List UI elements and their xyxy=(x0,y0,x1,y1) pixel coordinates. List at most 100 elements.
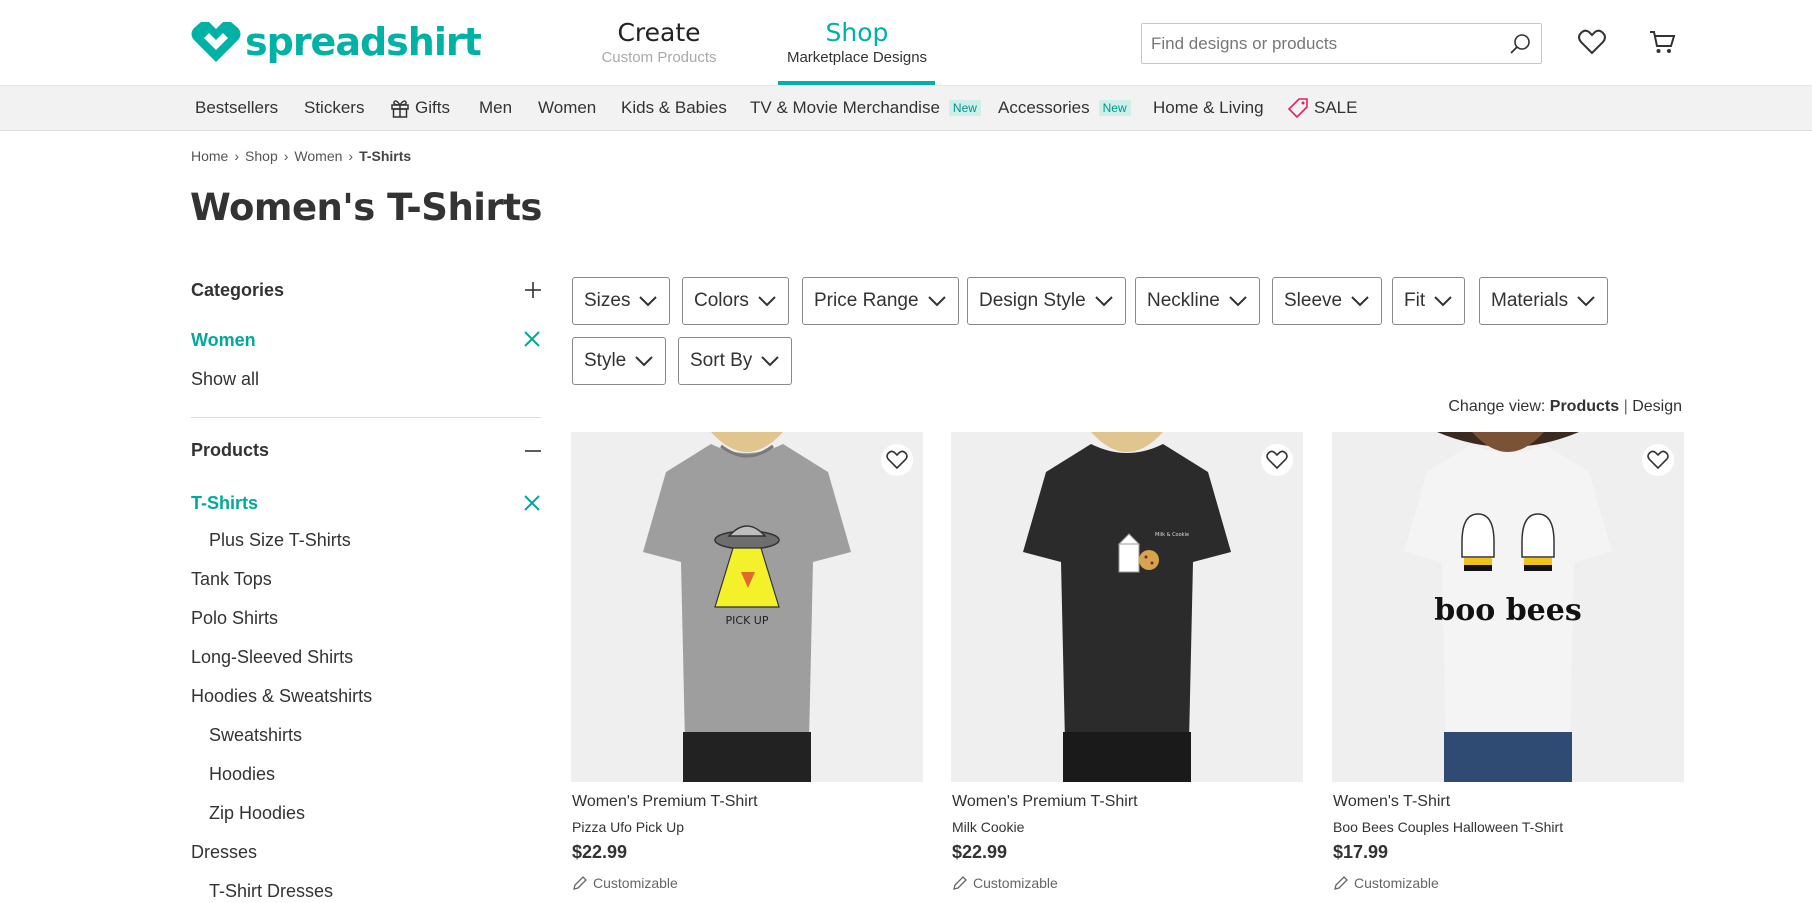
chevron-right-icon: › xyxy=(234,148,240,164)
nav-item-label: Gifts xyxy=(415,98,450,117)
filter-label: Sleeve xyxy=(1284,290,1343,311)
filter-style[interactable]: Style xyxy=(572,337,667,385)
wishlist-heart-icon[interactable] xyxy=(881,444,913,476)
nav-item-sale[interactable]: SALE xyxy=(1287,86,1357,130)
nav-item-bestsellers[interactable]: Bestsellers xyxy=(195,86,278,130)
category-nav: Bestsellers Stickers Gifts Men Women Kid… xyxy=(0,86,1812,131)
filter-neckline[interactable]: Neckline xyxy=(1135,277,1260,325)
filter-label: Colors xyxy=(694,290,749,311)
close-icon[interactable] xyxy=(523,330,541,348)
nav-item-label: Home & Living xyxy=(1153,98,1264,117)
sidebar-item-tank-tops[interactable]: Tank Tops xyxy=(191,569,272,590)
breadcrumb-shop[interactable]: Shop xyxy=(245,148,278,164)
tab-shop[interactable]: Shop Marketplace Designs xyxy=(779,18,935,86)
chevron-right-icon: › xyxy=(283,148,289,164)
sidebar-show-all[interactable]: Show all xyxy=(191,369,259,390)
filter-label: Design Style xyxy=(979,290,1086,311)
nav-item-women[interactable]: Women xyxy=(538,86,596,130)
new-badge: New xyxy=(948,100,981,116)
tab-create-subtitle: Custom Products xyxy=(601,49,717,66)
nav-item-accessories[interactable]: Accessories New xyxy=(998,86,1131,130)
breadcrumb-women[interactable]: Women xyxy=(294,148,342,164)
sidebar-item-women[interactable]: Women xyxy=(191,330,256,351)
filter-label: Sort By xyxy=(690,350,753,371)
chevron-down-icon xyxy=(761,356,780,367)
filter-design-style[interactable]: Design Style xyxy=(967,277,1126,325)
sidebar-item-polo-shirts[interactable]: Polo Shirts xyxy=(191,608,278,629)
nav-item-label: Accessories xyxy=(998,98,1090,117)
view-design-option[interactable]: Design xyxy=(1632,398,1682,415)
nav-item-men[interactable]: Men xyxy=(479,86,512,130)
filter-sizes[interactable]: Sizes xyxy=(572,277,671,325)
search-input[interactable] xyxy=(1142,24,1492,63)
breadcrumb: Home › Shop › Women › T-Shirts xyxy=(191,148,411,164)
filter-materials[interactable]: Materials xyxy=(1479,277,1609,325)
view-separator: | xyxy=(1623,398,1628,415)
product-name[interactable]: Pizza Ufo Pick Up xyxy=(572,819,684,835)
categories-heading: Categories xyxy=(191,280,285,300)
nav-item-home-living[interactable]: Home & Living xyxy=(1153,86,1264,130)
sidebar-item-sweatshirts[interactable]: Sweatshirts xyxy=(209,725,302,746)
product-type[interactable]: Women's Premium T-Shirt xyxy=(572,793,758,811)
cart-icon[interactable] xyxy=(1648,29,1676,60)
nav-item-gifts[interactable]: Gifts xyxy=(390,86,450,130)
sidebar-item-hoodies-sweatshirts[interactable]: Hoodies & Sweatshirts xyxy=(191,686,372,707)
customizable-label: Customizable xyxy=(572,875,678,891)
nav-item-tv-movie[interactable]: TV & Movie Merchandise New xyxy=(750,86,981,130)
search-icon[interactable] xyxy=(1509,33,1531,60)
chevron-down-icon xyxy=(758,296,776,307)
product-name[interactable]: Milk Cookie xyxy=(952,819,1024,835)
chevron-right-icon: › xyxy=(348,148,354,164)
expand-plus-icon[interactable] xyxy=(524,281,542,299)
product-image[interactable]: boo bees xyxy=(1332,432,1684,782)
product-type[interactable]: Women's Premium T-Shirt xyxy=(952,793,1138,811)
nav-item-label: Bestsellers xyxy=(195,98,279,117)
tab-create[interactable]: Create Custom Products xyxy=(600,18,718,68)
filter-price-range[interactable]: Price Range xyxy=(802,277,959,325)
product-image[interactable]: PICK UP xyxy=(571,432,923,782)
close-icon[interactable] xyxy=(523,494,541,512)
product-image[interactable]: Milk & Cookie xyxy=(951,432,1303,782)
nav-item-label: Kids & Babies xyxy=(621,98,727,117)
new-badge: New xyxy=(1098,100,1131,116)
logo-text: spreadshirt xyxy=(245,20,482,64)
sidebar-item-t-shirts[interactable]: T-Shirts xyxy=(191,493,258,514)
nav-item-kids-babies[interactable]: Kids & Babies xyxy=(621,86,727,130)
sidebar-item-zip-hoodies[interactable]: Zip Hoodies xyxy=(209,803,305,824)
pencil-icon xyxy=(953,876,967,890)
chevron-down-icon xyxy=(1229,296,1247,307)
customizable-text: Customizable xyxy=(973,875,1058,891)
tag-icon xyxy=(1287,98,1308,119)
product-price: $22.99 xyxy=(572,842,628,862)
filter-fit[interactable]: Fit xyxy=(1392,277,1466,325)
product-name[interactable]: Boo Bees Couples Halloween T-Shirt xyxy=(1333,819,1563,835)
sidebar-item-dresses[interactable]: Dresses xyxy=(191,842,257,863)
filter-sleeve[interactable]: Sleeve xyxy=(1272,277,1383,325)
wishlist-heart-icon[interactable] xyxy=(1642,444,1674,476)
nav-item-label: Stickers xyxy=(304,98,365,117)
customizable-text: Customizable xyxy=(593,875,678,891)
filter-colors[interactable]: Colors xyxy=(682,277,789,325)
filter-label: Materials xyxy=(1491,290,1569,311)
product-type[interactable]: Women's T-Shirt xyxy=(1333,793,1450,811)
design-text: PICK UP xyxy=(726,614,769,627)
filter-label: Price Range xyxy=(814,290,919,311)
collapse-minus-icon[interactable] xyxy=(524,442,542,460)
customizable-text: Customizable xyxy=(1354,875,1439,891)
chevron-down-icon xyxy=(635,356,653,367)
sidebar-item-t-shirt-dresses[interactable]: T-Shirt Dresses xyxy=(209,881,333,902)
nav-item-stickers[interactable]: Stickers xyxy=(304,86,364,130)
view-products-option[interactable]: Products xyxy=(1550,398,1619,415)
breadcrumb-home[interactable]: Home xyxy=(191,148,228,164)
tab-shop-subtitle: Marketplace Designs xyxy=(786,49,928,66)
change-view-label: Change view: xyxy=(1448,398,1546,415)
chevron-down-icon xyxy=(639,296,658,307)
wishlist-heart-icon[interactable] xyxy=(1261,444,1293,476)
sidebar-item-hoodies[interactable]: Hoodies xyxy=(209,764,275,785)
sort-by-dropdown[interactable]: Sort By xyxy=(678,337,793,385)
sidebar-item-long-sleeved-shirts[interactable]: Long-Sleeved Shirts xyxy=(191,647,353,668)
sidebar-item-plus-size-t-shirts[interactable]: Plus Size T-Shirts xyxy=(209,530,351,551)
heart-icon[interactable] xyxy=(1578,29,1606,60)
products-heading: Products xyxy=(191,440,270,460)
spreadshirt-logo[interactable]: spreadshirt xyxy=(191,20,482,64)
